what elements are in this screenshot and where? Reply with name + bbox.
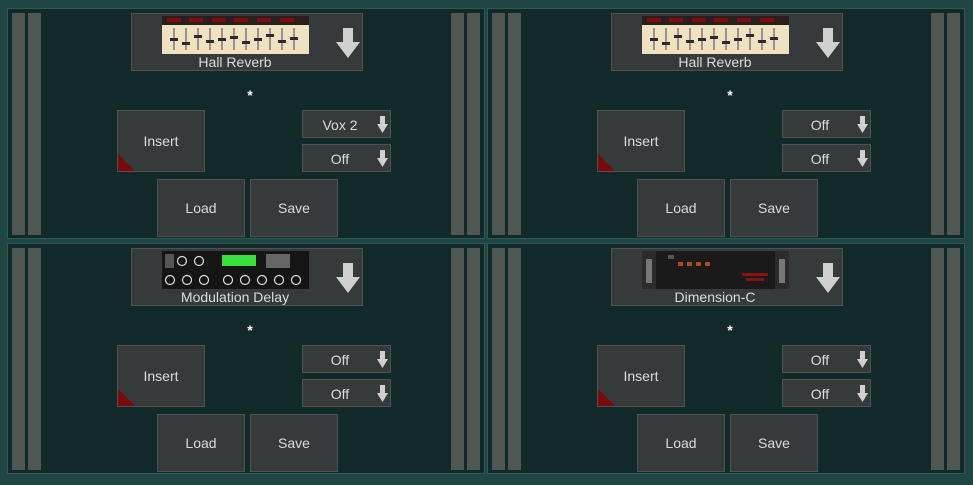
- left-rail: [28, 13, 41, 235]
- eq-faders-thumbnail: [642, 16, 789, 54]
- insert-button[interactable]: Insert: [597, 110, 685, 172]
- load-button[interactable]: Load: [157, 179, 245, 237]
- right-rail: [451, 13, 464, 235]
- dropdown-value: Off: [810, 151, 830, 167]
- insert-button[interactable]: Insert: [117, 345, 205, 407]
- load-button[interactable]: Load: [637, 414, 725, 472]
- left-rail: [12, 13, 25, 235]
- dropdown-value: Off: [810, 352, 830, 368]
- right-rail: [467, 13, 480, 235]
- load-button[interactable]: Load: [157, 414, 245, 472]
- plugin-name: Hall Reverb: [678, 54, 752, 70]
- status-corner-marker: [598, 154, 615, 171]
- dropdown-value: Off: [810, 117, 830, 133]
- modified-indicator: *: [247, 87, 253, 103]
- arrow-down-icon[interactable]: [816, 28, 840, 58]
- insert-label: Insert: [143, 368, 179, 384]
- left-rail: [28, 248, 41, 470]
- left-rail: [492, 248, 505, 470]
- save-button[interactable]: Save: [730, 179, 818, 237]
- plugin-selector[interactable]: Dimension-C: [611, 248, 843, 306]
- right-rail: [947, 248, 960, 470]
- plugin-name: Dimension-C: [674, 289, 756, 305]
- plugin-selector[interactable]: Modulation Delay: [131, 248, 363, 306]
- insert-button[interactable]: Insert: [597, 345, 685, 407]
- modified-indicator: *: [727, 322, 733, 338]
- arrow-down-icon[interactable]: [816, 263, 840, 293]
- arrow-down-icon: [857, 116, 868, 133]
- arrow-down-icon: [377, 385, 388, 402]
- arrow-down-icon: [377, 351, 388, 368]
- routing-dropdown-1[interactable]: Vox 2: [302, 110, 391, 138]
- status-corner-marker: [118, 389, 135, 406]
- dropdown-value: Vox 2: [322, 117, 358, 133]
- dropdown-value: Off: [330, 352, 350, 368]
- insert-label: Insert: [143, 133, 179, 149]
- modified-indicator: *: [247, 322, 253, 338]
- right-rail: [931, 248, 944, 470]
- insert-button[interactable]: Insert: [117, 110, 205, 172]
- effect-panel-2: Hall Reverb * Insert Off Off Load Save: [487, 8, 965, 239]
- right-rail: [467, 248, 480, 470]
- dropdown-value: Off: [330, 386, 350, 402]
- routing-dropdown-2[interactable]: Off: [782, 379, 871, 407]
- insert-label: Insert: [623, 368, 659, 384]
- left-rail: [508, 13, 521, 235]
- routing-dropdown-1[interactable]: Off: [782, 345, 871, 373]
- modified-indicator: *: [727, 87, 733, 103]
- right-rail: [947, 13, 960, 235]
- arrow-down-icon[interactable]: [336, 28, 360, 58]
- effect-panel-4: Dimension-C * Insert Off Off Load Save: [487, 243, 965, 474]
- routing-dropdown-2[interactable]: Off: [302, 144, 391, 172]
- routing-dropdown-1[interactable]: Off: [302, 345, 391, 373]
- effect-panel-1: Hall Reverb * Insert Vox 2 Off Load Save: [7, 8, 485, 239]
- left-rail: [492, 13, 505, 235]
- routing-dropdown-2[interactable]: Off: [782, 144, 871, 172]
- plugin-name: Modulation Delay: [180, 289, 290, 305]
- plugin-selector[interactable]: Hall Reverb: [611, 13, 843, 71]
- status-corner-marker: [598, 389, 615, 406]
- plugin-name: Hall Reverb: [198, 54, 272, 70]
- routing-dropdown-2[interactable]: Off: [302, 379, 391, 407]
- arrow-down-icon: [377, 116, 388, 133]
- load-button[interactable]: Load: [637, 179, 725, 237]
- arrow-down-icon: [377, 150, 388, 167]
- left-rail: [12, 248, 25, 470]
- save-button[interactable]: Save: [250, 414, 338, 472]
- effect-panel-3: Modulation Delay * Insert Off Off Load S…: [7, 243, 485, 474]
- left-rail: [508, 248, 521, 470]
- arrow-down-icon: [857, 150, 868, 167]
- eq-faders-thumbnail: [162, 16, 309, 54]
- right-rail: [451, 248, 464, 470]
- insert-label: Insert: [623, 133, 659, 149]
- dropdown-value: Off: [330, 151, 350, 167]
- right-rail: [931, 13, 944, 235]
- delay-knobs-thumbnail: [162, 251, 309, 289]
- dropdown-value: Off: [810, 386, 830, 402]
- routing-dropdown-1[interactable]: Off: [782, 110, 871, 138]
- dimension-c-rack-thumbnail: [642, 251, 789, 289]
- save-button[interactable]: Save: [250, 179, 338, 237]
- arrow-down-icon[interactable]: [336, 263, 360, 293]
- status-corner-marker: [118, 154, 135, 171]
- save-button[interactable]: Save: [730, 414, 818, 472]
- plugin-selector[interactable]: Hall Reverb: [131, 13, 363, 71]
- arrow-down-icon: [857, 351, 868, 368]
- arrow-down-icon: [857, 385, 868, 402]
